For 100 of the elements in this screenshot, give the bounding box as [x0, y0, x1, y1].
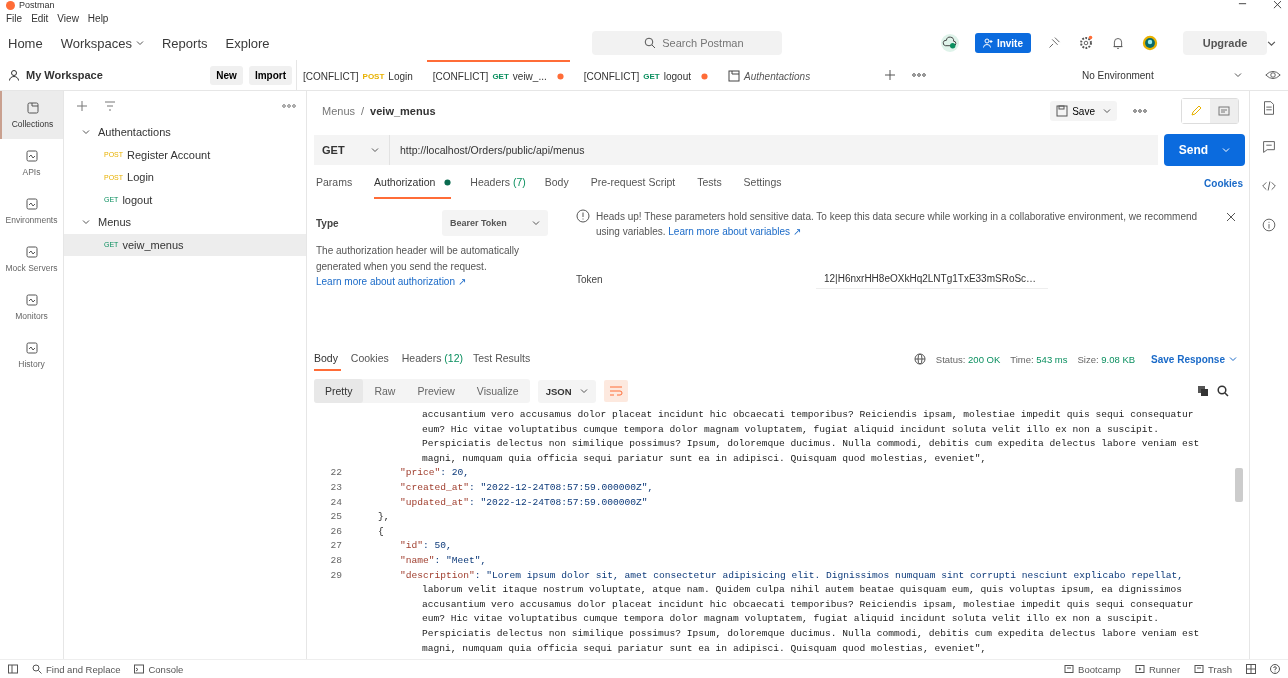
upgrade-button[interactable]: Upgrade — [1183, 31, 1267, 55]
request-section-tab[interactable]: Body — [544, 167, 572, 199]
layout-icon[interactable] — [1246, 664, 1256, 674]
nav-link[interactable]: Explore — [225, 35, 270, 51]
type-label: Type — [316, 217, 340, 229]
save-button[interactable]: Save — [1050, 101, 1117, 121]
cookies-link[interactable]: Cookies — [1204, 177, 1243, 189]
workspace-button[interactable]: New — [210, 65, 243, 85]
search-field[interactable]: Search Postman — [592, 31, 783, 55]
view-mode-tab[interactable]: Pretty — [314, 379, 364, 403]
method-select[interactable]: GET — [314, 135, 390, 165]
format-select[interactable]: JSON — [537, 379, 596, 403]
environment-selector[interactable]: No Environment — [1076, 69, 1248, 81]
auth-note: The authorization header will be automatically generated when you send the request. — [316, 244, 520, 274]
footer-item[interactable]: Trash — [1194, 663, 1232, 675]
plus-icon[interactable] — [884, 69, 897, 81]
view-mode-tab[interactable]: Raw — [363, 379, 407, 403]
nav-link[interactable]: Reports — [162, 35, 208, 51]
sidebar-tab[interactable]: Monitors — [0, 283, 63, 331]
method-label: GET — [643, 71, 660, 81]
response-tab[interactable]: Headers (12) — [401, 347, 463, 371]
response-stat: Time: 543 ms — [1010, 353, 1068, 365]
collection-item[interactable]: Authentactions — [64, 121, 306, 144]
tab-title: veiw_... — [512, 70, 547, 82]
search-icon[interactable] — [1217, 385, 1229, 397]
caret-icon — [1229, 355, 1237, 363]
request-tab[interactable]: [CONFLICT] GET veiw_... — [426, 60, 570, 90]
sidebar-tab-icon — [24, 293, 39, 307]
workspace-name[interactable]: My Workspace — [26, 69, 103, 81]
view-mode-tab[interactable]: Preview — [406, 379, 466, 403]
sidebar-toggle-icon[interactable] — [8, 664, 18, 674]
request-section-tab[interactable]: Params — [316, 167, 356, 199]
menu-item[interactable]: View — [57, 12, 79, 24]
help-icon[interactable] — [1270, 664, 1280, 674]
console-icon — [134, 664, 145, 674]
sidebar-tab[interactable]: Collections — [0, 91, 63, 139]
user-icon — [8, 69, 20, 81]
variables-link[interactable]: Learn more about variables ↗ — [668, 226, 801, 237]
url-field[interactable]: http://localhost/Orders/public/api/menus — [390, 135, 1158, 165]
footer-item[interactable]: Bootcamp — [1064, 663, 1121, 675]
settings-icon[interactable] — [1077, 34, 1095, 52]
sidebar-tab[interactable]: Environments — [0, 187, 63, 235]
close-icon[interactable] — [1225, 211, 1237, 223]
line-number: 26 — [329, 524, 342, 539]
search-icon — [32, 664, 42, 674]
sidebar-tab-icon — [24, 197, 39, 211]
caret-icon — [1103, 107, 1111, 115]
caret-icon — [1234, 71, 1242, 79]
request-tab[interactable]: [CONFLICT] POST Login — [297, 60, 419, 90]
line-number: 23 — [329, 480, 342, 495]
footer-item[interactable]: Find and Replace — [32, 663, 121, 675]
breadcrumb-item[interactable]: Menus — [322, 105, 356, 117]
cloud-sync-icon[interactable] — [940, 34, 959, 52]
sidebar-tab[interactable]: History — [0, 331, 63, 379]
response-tab[interactable]: Cookies — [350, 347, 392, 371]
token-field[interactable]: 12|H6nxrHH8eOXkHq2LNTg1TxE33mSRoSc… — [816, 269, 1048, 289]
caret-icon[interactable] — [1267, 38, 1276, 48]
menu-item[interactable]: File — [6, 12, 23, 24]
workspace-button[interactable]: Import — [248, 65, 292, 85]
response-stat: Size: 9.08 KB — [1077, 353, 1136, 365]
comment-icon[interactable] — [1260, 138, 1278, 156]
save-icon — [1056, 105, 1069, 117]
request-tab[interactable]: Authentactions — [722, 60, 817, 90]
sidebar-tab[interactable]: APIs — [0, 139, 63, 187]
send-button[interactable]: Send — [1164, 134, 1245, 166]
footer-item-icon — [1134, 664, 1145, 674]
view-mode-tab[interactable]: Visualize — [465, 379, 530, 403]
code-line: eum? Hic vitae voluptatibus cumque tempora dolor magnam voluptatem, fugiat aliquid incidunt soluta velit illo ex non a suscipit. — [422, 612, 1159, 627]
info-icon[interactable] — [1260, 216, 1278, 234]
response-tab[interactable]: Body — [314, 347, 341, 371]
menu-item[interactable]: Edit — [31, 12, 49, 24]
footer-item[interactable]: Console — [134, 663, 184, 675]
request-section-tab[interactable]: Authorization — [374, 167, 452, 199]
collection-item[interactable]: Menus — [64, 211, 306, 234]
request-tab[interactable]: [CONFLICT] GET logout — [577, 60, 714, 90]
request-section-tab[interactable]: Headers (7) — [470, 167, 526, 199]
footer-item[interactable]: Runner — [1134, 663, 1181, 675]
chevron-icon — [82, 128, 90, 137]
copy-icon[interactable] — [1197, 385, 1209, 397]
request-section-tab[interactable]: Pre-request Script — [590, 167, 679, 199]
plus-icon[interactable] — [76, 100, 88, 112]
auth-help-link[interactable]: Learn more about authorization ↗ — [316, 276, 466, 287]
caret-icon — [579, 387, 588, 395]
nav-link[interactable]: Workspaces — [60, 35, 144, 51]
menu-item[interactable]: Help — [87, 12, 109, 24]
response-tab[interactable]: Test Results — [473, 347, 534, 371]
code-line: Perspiciatis delectus non similique possimus? Ipsum, doloremque ducimus. Nulla commodi, debitis cum expedita delectus labore veniam est — [422, 626, 1200, 641]
line-number: 28 — [329, 553, 342, 568]
sidebar-tab[interactable]: Mock Servers — [0, 235, 63, 283]
code-line: }, — [378, 510, 390, 525]
nav-link[interactable]: Home — [8, 35, 43, 51]
request-section-tab[interactable]: Tests — [697, 167, 725, 199]
invite-button[interactable]: Invite — [974, 33, 1031, 53]
avatar-icon[interactable] — [1141, 34, 1159, 52]
request-section-tab[interactable]: Settings — [743, 167, 785, 199]
auth-type-select[interactable]: Bearer Token — [442, 210, 548, 236]
conflict-label: [CONFLICT] — [432, 70, 489, 82]
line-number: 25 — [329, 510, 342, 525]
close-icon[interactable] — [1273, 0, 1282, 10]
save-response-button[interactable]: Save Response — [1151, 353, 1237, 365]
